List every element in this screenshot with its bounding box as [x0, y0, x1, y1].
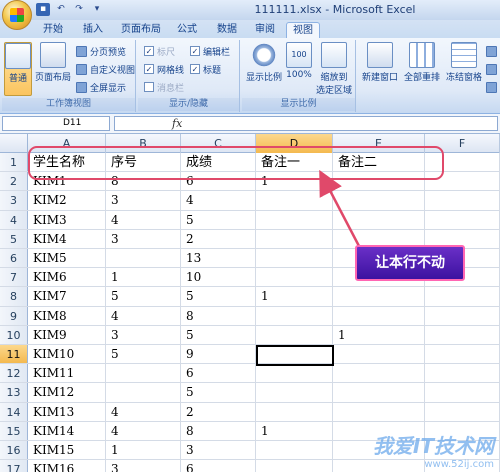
- watermark-url: www.52ij.com: [424, 459, 494, 470]
- watermark: 我爱IT技术网 www.52ij.com: [373, 430, 494, 470]
- office-button[interactable]: [2, 0, 32, 30]
- watermark-text: 我爱IT技术网: [372, 434, 494, 458]
- annotation-callout: 让本行不动: [355, 245, 465, 281]
- office-logo-icon: [10, 8, 24, 22]
- callout-arrow-icon: [319, 169, 362, 249]
